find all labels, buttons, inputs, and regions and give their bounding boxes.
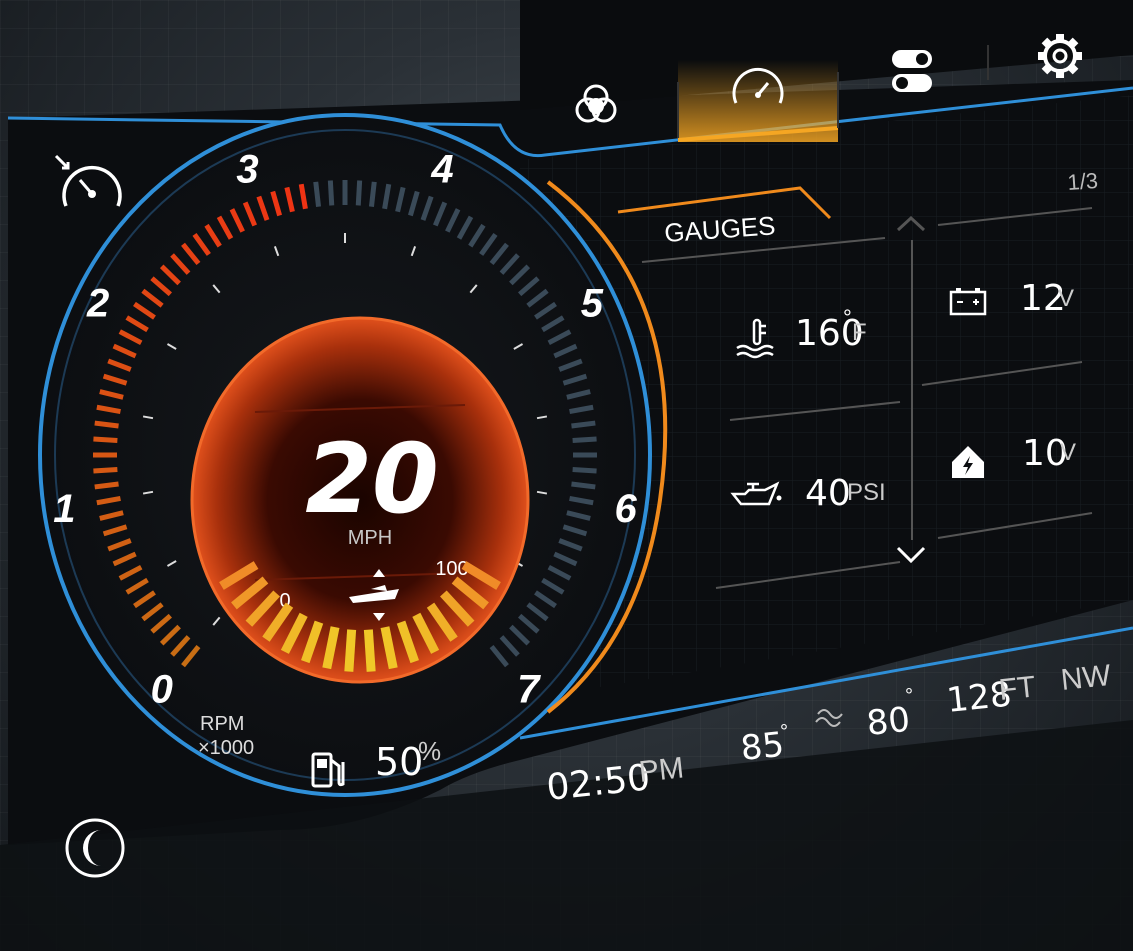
tach-segment [355,180,363,206]
trim-bar [363,629,376,672]
tach-label: 2 [86,282,109,326]
tach-label: 1 [53,487,75,531]
speed-unit: MPH [348,527,392,549]
coolant-degree: ° [843,305,852,330]
tach-segment [571,481,596,490]
dashboard-screen: 0 1 2 3 4 5 6 7 RPM ×1000 20 MPH 0 100 50 % GA… [0,0,1133,951]
tach-segment [572,467,597,474]
tach-segment [94,420,119,429]
air-temp-value: 85 [739,725,786,769]
oil-unit: PSI [847,479,886,506]
fuel-value: 50 [375,740,423,784]
rpm-multiplier-label: ×1000 [198,737,254,759]
air-temp-degree: ° [780,721,788,743]
rpm-unit-label: RPM [200,713,244,735]
tach-segment [571,420,596,429]
speed-value: 20 [305,423,439,535]
tach-label: 3 [236,147,258,191]
house-battery-unit: V [1060,439,1076,466]
tach-label: 6 [615,487,638,531]
fuel-unit: % [418,736,441,766]
clock-ampm: PM [637,751,685,789]
water-temp-degree: ° [905,685,913,707]
tach-label: 0 [151,668,173,712]
tach-segment [313,181,322,207]
oil-value: 40 [805,473,851,514]
speedometer: 20 MPH 0 100 [190,316,530,684]
tach-label: 5 [581,282,604,326]
water-temp-icon [815,709,843,727]
trim-bar [344,629,357,672]
tach-segment [94,481,119,490]
tach-label: 4 [430,147,453,191]
gauges-page-indicator: 1/3 [1067,168,1099,195]
tach-segment [93,467,118,474]
tach-label: 7 [517,668,541,712]
tach-segment [572,436,597,443]
tach-segment [368,181,377,207]
tach-segment [93,436,118,443]
battery-unit: V [1058,285,1074,312]
tach-segment [327,180,335,206]
depth-unit: FT [997,670,1037,707]
heading-value: NW [1059,659,1113,697]
coolant-unit: F [852,319,867,346]
